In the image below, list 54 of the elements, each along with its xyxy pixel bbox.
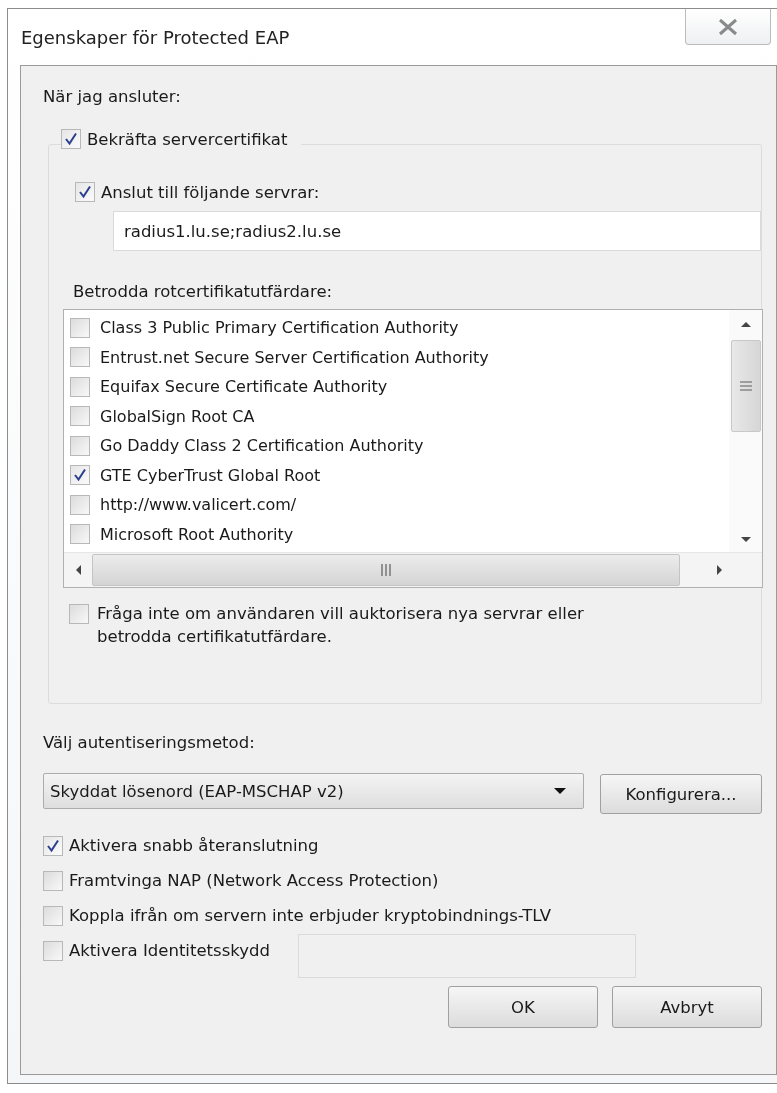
cancel-button[interactable]: Avbryt (612, 986, 762, 1028)
checkbox[interactable] (70, 494, 90, 515)
checkbox[interactable] (70, 406, 90, 427)
checkbox-label: Koppla ifrån om servern inte erbjuder kryptobindnings-TLV (69, 906, 551, 925)
checkbox[interactable] (70, 347, 90, 368)
list-label: Betrodda rotcertifikatutfärdare: (73, 281, 334, 303)
certificate-list[interactable] (63, 309, 763, 588)
horizontal-scrollbar[interactable] (64, 552, 762, 587)
checkbox[interactable] (70, 524, 90, 545)
list-item[interactable]: GlobalSign Root CA (100, 406, 255, 426)
list-item[interactable]: Entrust.net Secure Server Certification Authority (100, 347, 489, 367)
list-item[interactable]: GTE CyberTrust Global Root (100, 465, 321, 485)
checkbox[interactable] (43, 940, 63, 961)
checkbox[interactable] (75, 182, 95, 202)
servers-field[interactable]: radius1.lu.se;radius2.lu.se (113, 211, 761, 251)
grip-icon (738, 380, 753, 392)
checkbox[interactable] (43, 870, 63, 891)
close-button[interactable] (685, 9, 771, 45)
scroll-left-icon[interactable] (74, 564, 82, 576)
checkbox[interactable] (70, 317, 90, 338)
list-item[interactable]: Class 3 Public Primary Certification Authority (100, 318, 459, 338)
vertical-scrollbar[interactable] (729, 310, 762, 552)
list-item[interactable]: Microsoft Root Authority (100, 524, 294, 544)
checkbox-label: Bekräfta servercertifikat (87, 129, 288, 149)
checkbox-label: Fråga inte om användaren vill auktorisera nya servrar eller betrodda certifikatutfärdare. (97, 603, 585, 648)
checkbox[interactable] (70, 435, 90, 456)
section-label: När jag ansluter: (43, 86, 182, 108)
checkbox-label: Anslut till följande servrar: (101, 182, 320, 202)
window-title: Egenskaper för Protected EAP (21, 26, 290, 48)
scroll-right-icon[interactable] (716, 564, 724, 576)
checkbox[interactable] (61, 129, 81, 149)
checkbox-label: Framtvinga NAP (Network Access Protection) (69, 871, 439, 890)
list-item[interactable]: Go Daddy Class 2 Certification Authority (100, 436, 424, 456)
checkbox[interactable] (70, 376, 90, 397)
checkbox[interactable] (43, 905, 63, 926)
configure-button[interactable]: Konfigurera... (600, 774, 762, 814)
list-item[interactable]: Equifax Secure Certificate Authority (100, 377, 388, 397)
checkbox[interactable] (69, 604, 89, 624)
dropdown-value: Skyddat lösenord (EAP-MSCHAP v2) (50, 781, 344, 801)
checkbox[interactable] (43, 835, 63, 856)
checkbox-label: Aktivera Identitetsskydd (69, 941, 270, 960)
section-label: Välj autentiseringsmetod: (43, 732, 256, 754)
scroll-thumb[interactable] (92, 554, 680, 586)
checkbox-label: Aktivera snabb återanslutning (69, 836, 319, 855)
method-dropdown[interactable]: Skyddat lösenord (EAP-MSCHAP v2) (43, 773, 584, 809)
list-item[interactable]: http://www.valicert.com/ (100, 495, 297, 515)
scroll-thumb[interactable] (730, 340, 761, 432)
checkbox[interactable] (70, 465, 90, 486)
ok-button[interactable]: OK (448, 986, 598, 1028)
grip-icon (380, 563, 392, 577)
scroll-up-icon[interactable] (739, 320, 752, 328)
caret-icon (553, 787, 567, 795)
scroll-down-icon[interactable] (739, 536, 752, 544)
close-icon (718, 17, 738, 36)
